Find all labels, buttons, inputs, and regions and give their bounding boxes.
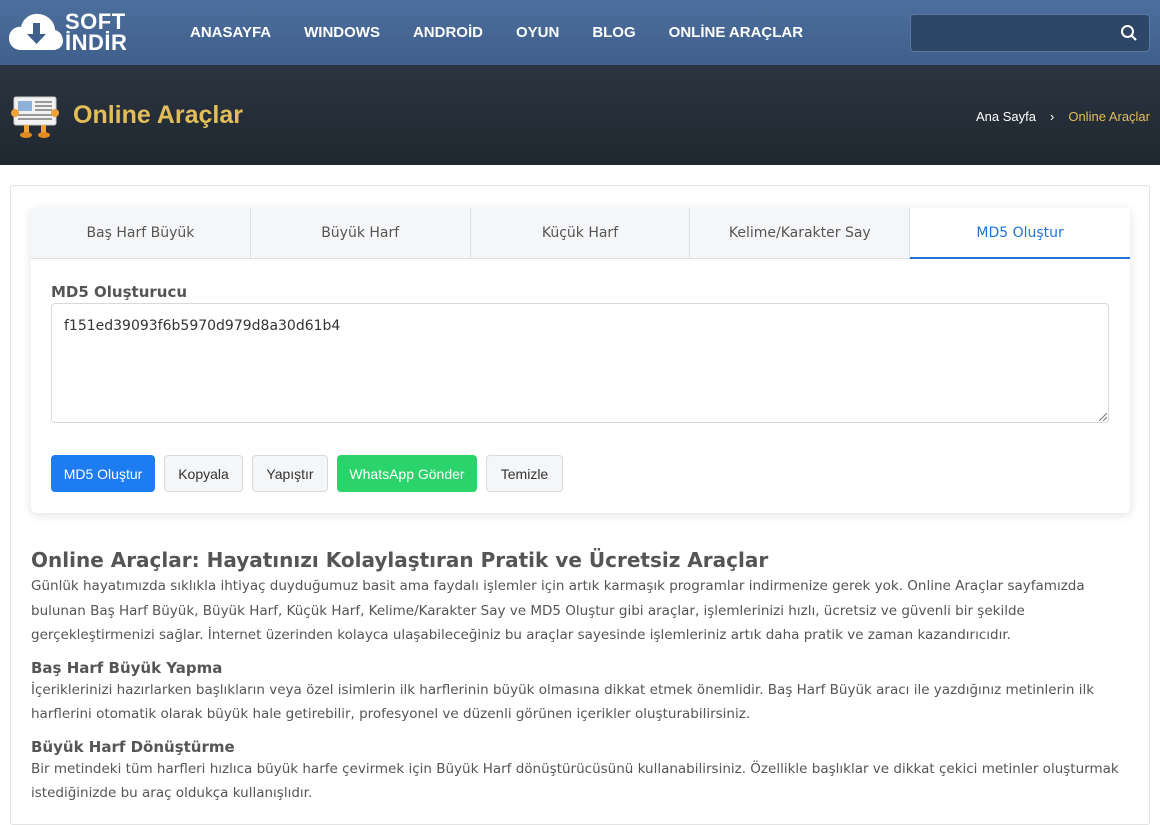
logo-wordmark: SOFT İNDİR	[65, 9, 128, 55]
article-paragraph-intro: Günlük hayatımızda sıklıkla ihtiyaç duyd…	[31, 578, 1085, 643]
top-navbar: SOFT İNDİR ANASAYFA WINDOWS ANDROİD OYUN…	[0, 0, 1160, 65]
article-paragraph-bas-harf: İçeriklerinizi hazırlarken başlıkların v…	[31, 681, 1095, 723]
md5-textarea[interactable]	[51, 303, 1109, 423]
tab-buyuk-harf[interactable]: Büyük Harf	[250, 208, 471, 258]
tab-md5-olustur[interactable]: MD5 Oluştur	[910, 208, 1130, 259]
whatsapp-send-button[interactable]: WhatsApp Gönder	[337, 455, 477, 492]
paste-button[interactable]: Yapıştır	[252, 455, 328, 492]
article-subheading-bas-harf: Baş Harf Büyük Yapma	[31, 658, 223, 677]
cloud-download-icon	[9, 13, 63, 50]
clear-button[interactable]: Temizle	[486, 455, 563, 492]
main-content: Baş Harf Büyük Büyük Harf Küçük Harf Kel…	[10, 185, 1150, 825]
action-buttons: MD5 Oluştur Kopyala Yapıştır WhatsApp Gö…	[51, 455, 572, 492]
tool-label: MD5 Oluşturucu	[51, 283, 188, 301]
article-subheading-buyuk-harf: Büyük Harf Dönüştürme	[31, 737, 235, 756]
tool-tabs: Baş Harf Büyük Büyük Harf Küçük Harf Kel…	[31, 208, 1130, 259]
newspaper-mascot-icon	[11, 96, 59, 138]
tool-card: Baş Harf Büyük Büyük Harf Küçük Harf Kel…	[31, 208, 1130, 513]
tab-kucuk-harf[interactable]: Küçük Harf	[470, 208, 691, 258]
breadcrumb-home-link[interactable]: Ana Sayfa	[976, 109, 1036, 124]
nav-link-oyun[interactable]: OYUN	[516, 24, 559, 41]
nav-link-online-araclar[interactable]: ONLİNE ARAÇLAR	[669, 24, 803, 41]
main-nav: ANASAYFA WINDOWS ANDROİD OYUN BLOG ONLİN…	[190, 0, 836, 65]
nav-link-anasayfa[interactable]: ANASAYFA	[190, 24, 271, 41]
breadcrumb-current: Online Araçlar	[1068, 109, 1150, 124]
logo-line-2: İNDİR	[65, 30, 128, 55]
md5-generate-button[interactable]: MD5 Oluştur	[51, 455, 155, 492]
resize-grip-icon[interactable]	[1099, 413, 1107, 421]
page-title: Online Araçlar	[73, 101, 243, 129]
search-icon[interactable]	[1120, 24, 1138, 42]
breadcrumb: Ana Sayfa › Online Araçlar	[976, 109, 1150, 124]
search-input[interactable]	[919, 15, 1109, 51]
search-box	[910, 14, 1150, 52]
article-heading: Online Araçlar: Hayatınızı Kolaylaştıran…	[31, 548, 769, 572]
tab-kelime-karakter-say[interactable]: Kelime/Karakter Say	[690, 208, 911, 258]
breadcrumb-separator: ›	[1050, 109, 1055, 124]
site-logo[interactable]: SOFT İNDİR	[9, 8, 149, 56]
logo-line-1: SOFT	[65, 9, 126, 34]
nav-link-android[interactable]: ANDROİD	[413, 24, 483, 41]
tab-bas-harf-buyuk[interactable]: Baş Harf Büyük	[31, 208, 251, 258]
nav-link-windows[interactable]: WINDOWS	[304, 24, 380, 41]
nav-link-blog[interactable]: BLOG	[592, 24, 635, 41]
copy-button[interactable]: Kopyala	[164, 455, 243, 492]
article: Online Araçlar: Hayatınızı Kolaylaştıran…	[31, 546, 1131, 806]
article-paragraph-buyuk-harf: Bir metindeki tüm harfleri hızlıca büyük…	[31, 760, 1119, 802]
page-header: Online Araçlar Ana Sayfa › Online Araçla…	[0, 65, 1160, 165]
